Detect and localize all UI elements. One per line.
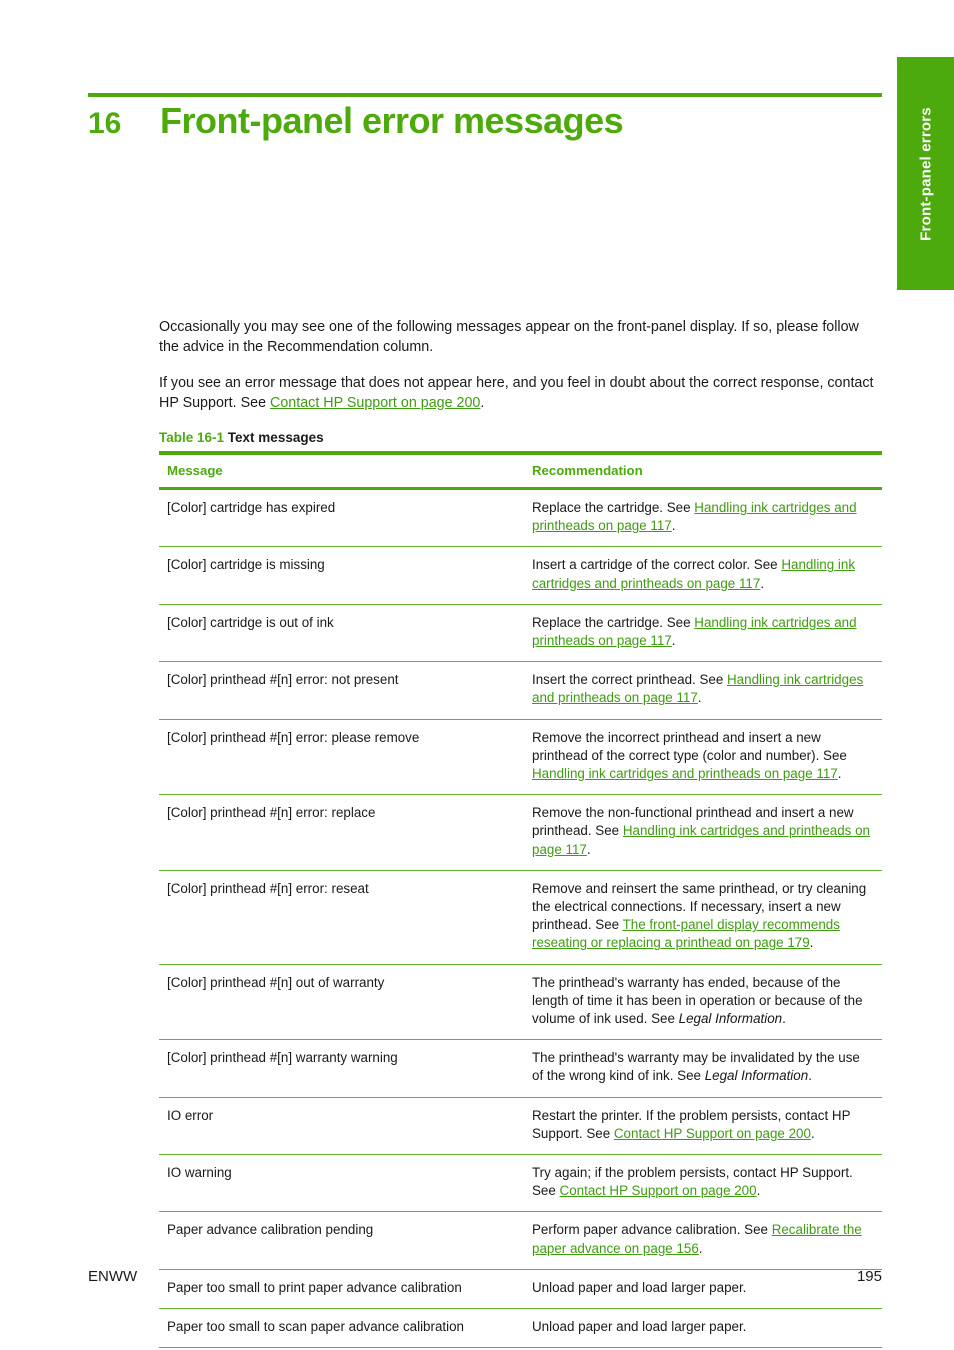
cell-recommendation: Remove the incorrect printhead and inser… <box>524 719 882 796</box>
intro-paragraph-2-period: . <box>480 394 485 411</box>
recommendation-text: Insert the correct printhead. See <box>532 672 728 688</box>
recommendation-text-end: . <box>671 518 676 534</box>
cell-recommendation: Insert the correct printhead. See Handli… <box>524 661 882 720</box>
table-row: [Color] printhead #[n] error: please rem… <box>159 719 882 796</box>
intro-paragraph-2-text: If you see an error message that does no… <box>159 375 874 411</box>
intro-paragraph-1: Occasionally you may see one of the foll… <box>159 319 859 355</box>
cell-recommendation: Remove and reinsert the same printhead, … <box>524 870 882 965</box>
table-row: [Color] printhead #[n] error: replace Rem… <box>159 794 882 871</box>
cell-message: [Color] printhead #[n] error: reseat <box>159 870 524 965</box>
page-content: Occasionally you may see one of the foll… <box>159 318 882 1350</box>
page-number: 195 <box>856 1268 882 1285</box>
cell-message: [Color] cartridge is missing <box>159 546 524 605</box>
recommendation-text-end: . <box>810 1125 815 1141</box>
recommendation-text-end: . <box>698 1240 703 1256</box>
chapter-title: Front-panel error messages <box>160 100 624 141</box>
cell-recommendation: Try again; if the problem persists, cont… <box>524 1154 882 1213</box>
recommendation-text: Unload paper and load larger paper. <box>532 1319 747 1335</box>
recommendation-link[interactable]: Contact HP Support on page 200 <box>560 1183 757 1198</box>
cell-recommendation: The printhead's warranty may be invalida… <box>524 1039 882 1098</box>
intro-paragraph-2: If you see an error message that does no… <box>159 374 882 413</box>
table-row: IO error Restart the printer. If the prob… <box>159 1097 882 1156</box>
chapter-side-tab: Front-panel errors <box>897 57 954 290</box>
table-row: Paper advance calibration pending Perform… <box>159 1211 882 1270</box>
chapter-number: 16 <box>88 107 122 140</box>
table-row: [Color] cartridge has expired Replace the… <box>159 488 882 548</box>
cell-message: [Color] printhead #[n] warranty warning <box>159 1039 524 1098</box>
table-row: IO warning Try again; if the problem pers… <box>159 1154 882 1213</box>
table-row: [Color] printhead #[n] warranty warning T… <box>159 1039 882 1098</box>
recommendation-italic-reference: Legal Information <box>678 1011 783 1027</box>
cell-message: IO warning <box>159 1154 524 1213</box>
table-caption: Table 16-1 Text messages <box>159 430 882 445</box>
table-row: [Color] printhead #[n] out of warranty Th… <box>159 964 882 1041</box>
cell-recommendation: Perform paper advance calibration. See R… <box>524 1211 882 1270</box>
cell-message: [Color] cartridge has expired <box>159 488 524 548</box>
document-page: Front-panel errors 16 Front-panel error … <box>0 0 954 1350</box>
cell-recommendation: Unload paper and load larger paper. <box>524 1308 882 1349</box>
page-footer: ENWW 195 <box>88 1268 882 1285</box>
recommendation-text-end: . <box>586 841 591 857</box>
table-body: [Color] cartridge has expired Replace the… <box>159 488 882 1350</box>
table-row: Paper too small to scan paper advance ca… <box>159 1308 882 1349</box>
cell-recommendation: Replace the cartridge. See Handling ink … <box>524 604 882 663</box>
recommendation-text: Replace the cartridge. See <box>532 614 695 630</box>
cell-message: Paper advance calibration pending <box>159 1211 524 1270</box>
recommendation-text: Perform paper advance calibration. See <box>532 1222 772 1238</box>
cell-recommendation: Remove the non-functional printhead and … <box>524 794 882 871</box>
recommendation-italic-reference: Legal Information <box>704 1068 809 1084</box>
column-header-message: Message <box>159 453 524 490</box>
cell-message: IO error <box>159 1097 524 1156</box>
page-title: 16 Front-panel error messages <box>88 100 882 142</box>
chapter-rule <box>88 93 882 97</box>
table-caption-title: Text messages <box>227 430 324 445</box>
table-row: [Color] printhead #[n] error: reseat Remo… <box>159 870 882 965</box>
text-messages-table: Message Recommendation [Color] cartridge… <box>159 451 882 1350</box>
recommendation-text-end: . <box>671 633 676 649</box>
cell-recommendation: Replace the cartridge. See Handling ink … <box>524 488 882 548</box>
recommendation-text: Remove the incorrect printhead and inser… <box>532 729 847 763</box>
contact-hp-support-link[interactable]: Contact HP Support on page 200 <box>270 395 480 411</box>
recommendation-text-end: . <box>756 1183 761 1199</box>
cell-recommendation: Restart the printer. If the problem pers… <box>524 1097 882 1156</box>
table-row: [Color] cartridge is missing Insert a car… <box>159 546 882 605</box>
table-header-row: Message Recommendation <box>159 453 882 490</box>
recommendation-text-end: . <box>837 766 842 782</box>
recommendation-text: Insert a cartridge of the correct color.… <box>532 557 782 573</box>
cell-message: [Color] printhead #[n] error: replace <box>159 794 524 871</box>
column-header-recommendation: Recommendation <box>524 453 882 490</box>
recommendation-text-end: . <box>809 935 814 951</box>
cell-message: [Color] cartridge is out of ink <box>159 604 524 663</box>
cell-recommendation: The printhead's warranty has ended, beca… <box>524 964 882 1041</box>
recommendation-link[interactable]: Handling ink cartridges and printheads o… <box>532 766 838 781</box>
recommendation-text-end: . <box>782 1011 786 1027</box>
cell-message: Paper too small to scan paper advance ca… <box>159 1308 524 1349</box>
cell-recommendation: Insert a cartridge of the correct color.… <box>524 546 882 605</box>
cell-message: [Color] printhead #[n] error: please rem… <box>159 719 524 796</box>
recommendation-text-end: . <box>760 575 765 591</box>
recommendation-text-end: . <box>808 1068 812 1084</box>
table-row: [Color] printhead #[n] error: not presen… <box>159 661 882 720</box>
recommendation-text-end: . <box>697 690 702 706</box>
recommendation-text: Replace the cartridge. See <box>532 500 695 515</box>
cell-message: [Color] printhead #[n] out of warranty <box>159 964 524 1041</box>
table-row: [Color] cartridge is out of ink Replace t… <box>159 604 882 663</box>
footer-left: ENWW <box>88 1268 138 1285</box>
chapter-side-tab-label: Front-panel errors <box>917 106 934 241</box>
table-caption-label: Table 16-1 <box>159 430 225 445</box>
cell-message: [Color] printhead #[n] error: not presen… <box>159 661 524 720</box>
recommendation-link[interactable]: Contact HP Support on page 200 <box>614 1126 811 1141</box>
